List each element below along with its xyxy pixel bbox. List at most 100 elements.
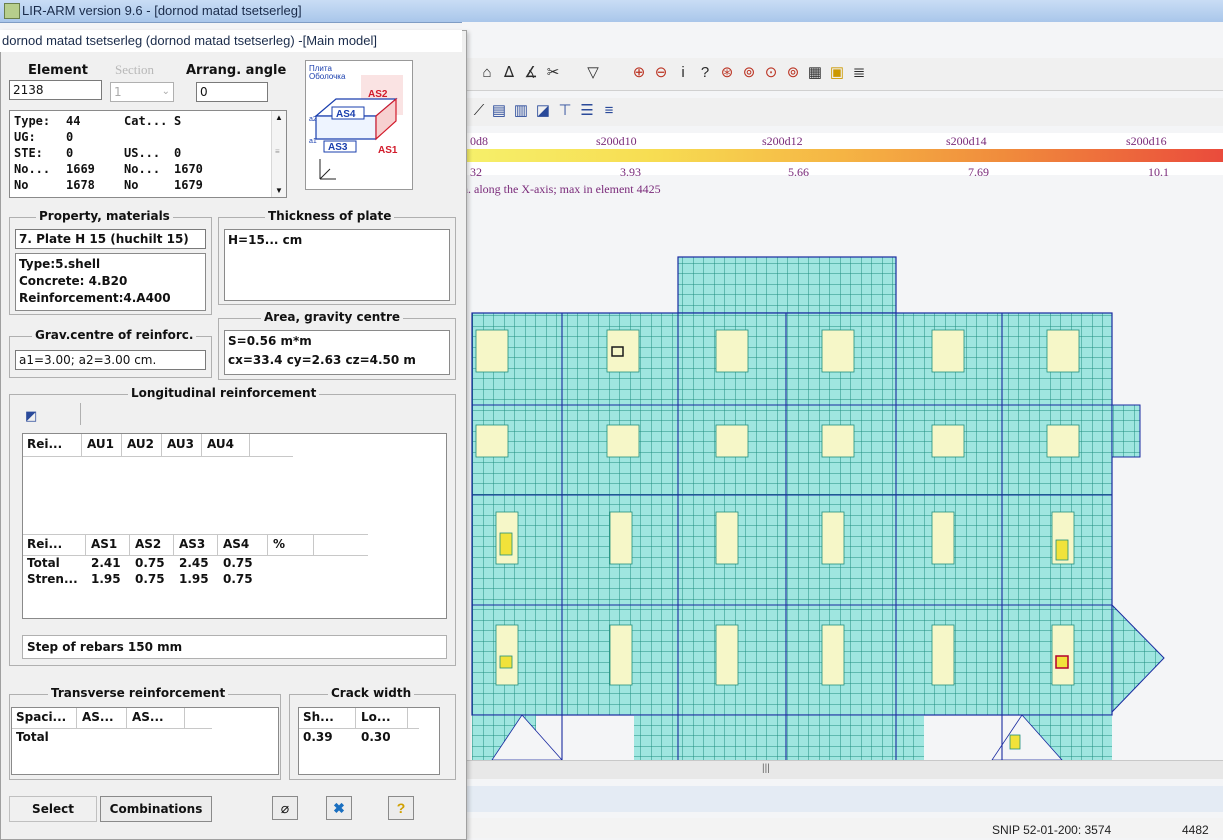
column-divider bbox=[126, 708, 127, 728]
help-icon[interactable]: ? bbox=[388, 796, 414, 820]
fragment-icon[interactable]: ▣ bbox=[826, 63, 848, 85]
scale-label: s200d14 bbox=[946, 134, 987, 148]
arrang-angle-field[interactable]: 0 bbox=[196, 82, 268, 102]
help-pointer-icon[interactable]: ? bbox=[694, 63, 716, 85]
section-value: 1 bbox=[114, 85, 122, 99]
zoom-in-icon[interactable]: ⊕ bbox=[628, 63, 650, 85]
crack-long-value: 0.30 bbox=[361, 730, 391, 744]
info-cell: 1669 bbox=[66, 162, 95, 176]
as-cell: 2.45 bbox=[179, 556, 209, 570]
element-info-list[interactable]: Type: 44 Cat... S UG: 0 STE: 0 US... 0 No... 1669 No… bbox=[9, 110, 287, 198]
as-cell: 0.75 bbox=[135, 556, 165, 570]
plate-diagram-icon: Плита Оболочка AS2 AS4 AS3 AS1 a2 a1 bbox=[309, 64, 403, 180]
zoom-all-icon[interactable]: ⊚ bbox=[782, 63, 804, 85]
dialog-title-bar: dornod matad tsetserleg (dornod matad ts… bbox=[0, 30, 462, 52]
info-scrollbar[interactable]: ▲ ≡ ▼ bbox=[271, 111, 286, 197]
color-scale: 0d8 s200d10 s200d12 s200d14 s200d16 32 3… bbox=[462, 133, 1223, 179]
close-icon[interactable]: ✖ bbox=[326, 796, 352, 820]
axis-icon[interactable]: ⟋ bbox=[468, 101, 490, 123]
as-column-header: % bbox=[273, 537, 286, 551]
zoom-prev-icon[interactable]: ⊙ bbox=[760, 63, 782, 85]
transverse-table[interactable]: Spaci... AS... AS... Total bbox=[11, 707, 279, 775]
horizontal-scrollbar[interactable]: ||| bbox=[462, 760, 1223, 779]
column-divider bbox=[121, 434, 122, 456]
scroll-down-icon[interactable]: ▼ bbox=[275, 186, 283, 195]
info-icon[interactable]: i bbox=[672, 63, 694, 85]
scale-gradient bbox=[462, 149, 1223, 162]
app-title: LIR-ARM version 9.6 - [dornod matad tset… bbox=[22, 3, 302, 18]
app-icon bbox=[4, 3, 20, 19]
as-column-header: AS4 bbox=[223, 537, 250, 551]
scale-value: 7.69 bbox=[968, 165, 989, 179]
area-group: Area, gravity centre S=0.56 m*m cx=33.4 … bbox=[218, 310, 456, 380]
numbering-icon[interactable]: ≣ bbox=[848, 63, 870, 85]
angle-icon[interactable]: ∡ bbox=[520, 63, 542, 85]
info-cell: 1678 bbox=[66, 178, 95, 192]
svg-text:a2: a2 bbox=[309, 116, 317, 123]
app-title-bar: LIR-ARM version 9.6 - [dornod matad tset… bbox=[0, 0, 1223, 23]
plate-icon[interactable]: ◪ bbox=[532, 101, 554, 123]
au-column-header: AU3 bbox=[167, 437, 195, 451]
transverse-group: Transverse reinforcement Spaci... AS... AS… bbox=[9, 686, 281, 780]
scheme-icon[interactable]: ⌂ bbox=[476, 63, 498, 85]
list-icon[interactable]: ☰ bbox=[576, 101, 598, 123]
transverse-column-header: AS... bbox=[132, 710, 164, 724]
scroll-thumb-icon[interactable]: ≡ bbox=[275, 147, 280, 156]
property-field[interactable]: 7. Plate H 15 (huchilt 15) bbox=[15, 229, 206, 249]
combinations-button[interactable]: Combinations bbox=[100, 796, 212, 822]
zoom-window-icon[interactable]: ⊛ bbox=[716, 63, 738, 85]
thickness-value: H=15... cm bbox=[228, 233, 303, 247]
info-cell: Cat... bbox=[124, 114, 168, 128]
area-line: S=0.56 m*m bbox=[228, 334, 312, 348]
grav-centre-field[interactable]: a1=3.00; a2=3.00 cm. bbox=[15, 350, 206, 370]
reinforcement-line: Reinforcement:4.A400 bbox=[19, 291, 171, 305]
as-cell: 1.95 bbox=[179, 572, 209, 586]
gravity-centre-line: cx=33.4 cy=2.63 cz=4.50 m bbox=[228, 353, 416, 367]
scale-label: 0d8 bbox=[470, 134, 488, 148]
info-cell: STE: bbox=[14, 146, 43, 160]
info-cell: 0 bbox=[174, 146, 182, 160]
scale-label: s200d12 bbox=[762, 134, 803, 148]
scale-value: 32 bbox=[470, 165, 482, 179]
transverse-column-header: Spaci... bbox=[16, 710, 67, 724]
as-column-header: Rei... bbox=[27, 537, 63, 551]
model-mesh[interactable] bbox=[462, 200, 1223, 761]
load-icon[interactable]: ᐃ bbox=[498, 63, 520, 85]
status-bar: SNIP 52-01-200: 3574 4482 bbox=[462, 818, 1223, 838]
info-cell: No... bbox=[14, 162, 51, 176]
column-divider bbox=[201, 434, 202, 456]
element-field[interactable]: 2138 bbox=[9, 80, 102, 100]
model-view[interactable] bbox=[462, 200, 1223, 761]
info-cell: 0 bbox=[66, 146, 74, 160]
mesh2-icon[interactable]: ▥ bbox=[510, 101, 532, 123]
crack-table[interactable]: Sh... Lo... 0.39 0.30 bbox=[298, 707, 440, 775]
column-divider bbox=[161, 434, 162, 456]
tools-icon[interactable]: ✂ bbox=[542, 63, 564, 85]
reinforcement-table[interactable]: Rei... AU1 AU2 AU3 AU4 Rei... AS1 AS2 AS3 AS4% T… bbox=[22, 433, 447, 619]
scroll-up-icon[interactable]: ▲ bbox=[275, 113, 283, 122]
property-title: Property, materials bbox=[36, 209, 173, 223]
grid-icon[interactable]: ▦ bbox=[804, 63, 826, 85]
step-box: Step of rebars 150 mm bbox=[22, 635, 447, 659]
table-icon[interactable]: ⊤ bbox=[554, 101, 576, 123]
grav-centre-group: Grav.centre of reinforc. a1=3.00; a2=3.0… bbox=[9, 328, 212, 378]
zoom-fit-icon[interactable]: ⊚ bbox=[738, 63, 760, 85]
mesh-icon[interactable]: ▤ bbox=[488, 101, 510, 123]
column-divider bbox=[129, 535, 130, 555]
column-divider bbox=[217, 535, 218, 555]
as-column-header: AS1 bbox=[91, 537, 118, 551]
scale-value: 3.93 bbox=[620, 165, 641, 179]
as-column-header: AS3 bbox=[179, 537, 206, 551]
export-icon[interactable]: ≡ bbox=[598, 101, 620, 123]
crack-header-row: Sh... Lo... bbox=[299, 708, 419, 729]
column-divider bbox=[267, 535, 268, 555]
rebar-icon[interactable]: ◩ bbox=[25, 408, 37, 424]
scroll-grip-icon[interactable]: ||| bbox=[762, 763, 770, 774]
filter-icon[interactable]: ▽ bbox=[582, 63, 604, 85]
as-cell: 0.75 bbox=[223, 556, 253, 570]
info-cell: No... bbox=[124, 162, 161, 176]
reset-icon[interactable]: ⌀ bbox=[272, 796, 298, 820]
select-button[interactable]: Select bbox=[9, 796, 97, 822]
zoom-out-icon[interactable]: ⊖ bbox=[650, 63, 672, 85]
info-cell: No bbox=[14, 178, 29, 192]
